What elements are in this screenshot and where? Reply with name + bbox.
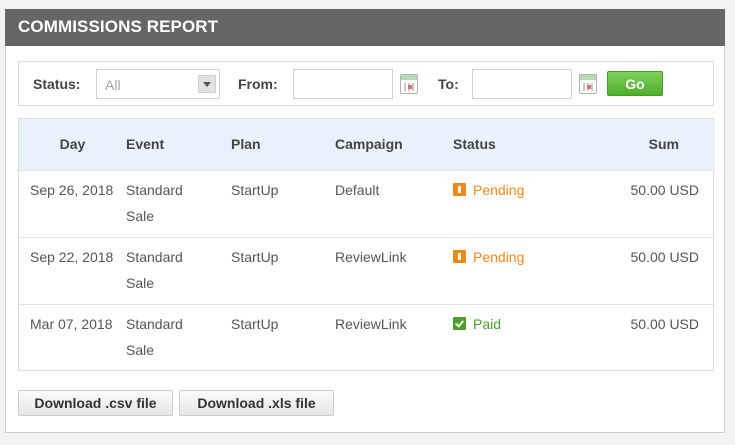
download-csv-button[interactable]: Download .csv file <box>18 390 173 416</box>
download-xls-button[interactable]: Download .xls file <box>179 390 334 416</box>
column-header-campaign[interactable]: Campaign <box>335 119 453 170</box>
table-header-row: Day Event Plan Campaign Status Sum <box>19 119 715 170</box>
go-button[interactable]: Go <box>607 71 663 96</box>
pending-icon <box>453 182 466 196</box>
cell-event: Standard Sale <box>126 315 183 358</box>
status-select-value: All <box>105 77 121 93</box>
from-date-input[interactable] <box>293 69 393 99</box>
cell-status: Pending <box>453 170 577 237</box>
cell-campaign: ReviewLink <box>335 315 407 332</box>
table-row: Sep 22, 2018 Standard Sale StartUp Review… <box>19 237 715 304</box>
cell-status: Pending <box>453 237 577 304</box>
column-header-event[interactable]: Event <box>126 119 231 170</box>
to-date-input[interactable] <box>472 69 572 99</box>
paid-check-icon <box>453 316 466 330</box>
cell-plan: StartUp <box>231 181 279 198</box>
pending-icon <box>453 249 466 263</box>
cell-plan: StartUp <box>231 248 279 265</box>
cell-campaign: ReviewLink <box>335 248 407 265</box>
from-label: From: <box>238 76 278 92</box>
cell-event: Standard Sale <box>126 181 183 224</box>
to-label: To: <box>438 76 459 92</box>
cell-sum: 50.00 USD <box>630 248 699 265</box>
table-row: Mar 07, 2018 Standard Sale StartUp Review… <box>19 304 715 371</box>
status-select[interactable]: All <box>96 69 220 99</box>
commissions-report-panel: COMMISSIONS REPORT Status: All From: To:… <box>5 9 725 433</box>
cell-sum: 50.00 USD <box>630 181 699 198</box>
filter-bar: Status: All From: To: Go <box>18 61 714 106</box>
cell-day: Sep 26, 2018 <box>30 181 114 198</box>
commissions-table: Day Event Plan Campaign Status Sum Sep 2… <box>18 118 715 371</box>
table-row: Sep 26, 2018 Standard Sale StartUp Defaul… <box>19 170 715 237</box>
from-calendar-icon[interactable] <box>400 74 418 94</box>
cell-day: Mar 07, 2018 <box>30 315 113 332</box>
cell-event: Standard Sale <box>126 248 183 291</box>
column-header-status[interactable]: Status <box>453 119 577 170</box>
panel-title: COMMISSIONS REPORT <box>5 9 725 46</box>
column-header-plan[interactable]: Plan <box>231 119 335 170</box>
cell-plan: StartUp <box>231 315 279 332</box>
cell-day: Sep 22, 2018 <box>30 248 114 265</box>
to-calendar-icon[interactable] <box>579 74 597 94</box>
status-filter-label: Status: <box>33 76 81 92</box>
column-header-day[interactable]: Day <box>19 119 126 170</box>
dropdown-arrow-icon[interactable] <box>198 75 216 93</box>
cell-status: Paid <box>453 304 577 371</box>
column-header-sum[interactable]: Sum <box>577 119 715 170</box>
cell-campaign: Default <box>335 181 380 198</box>
cell-sum: 50.00 USD <box>630 315 699 332</box>
